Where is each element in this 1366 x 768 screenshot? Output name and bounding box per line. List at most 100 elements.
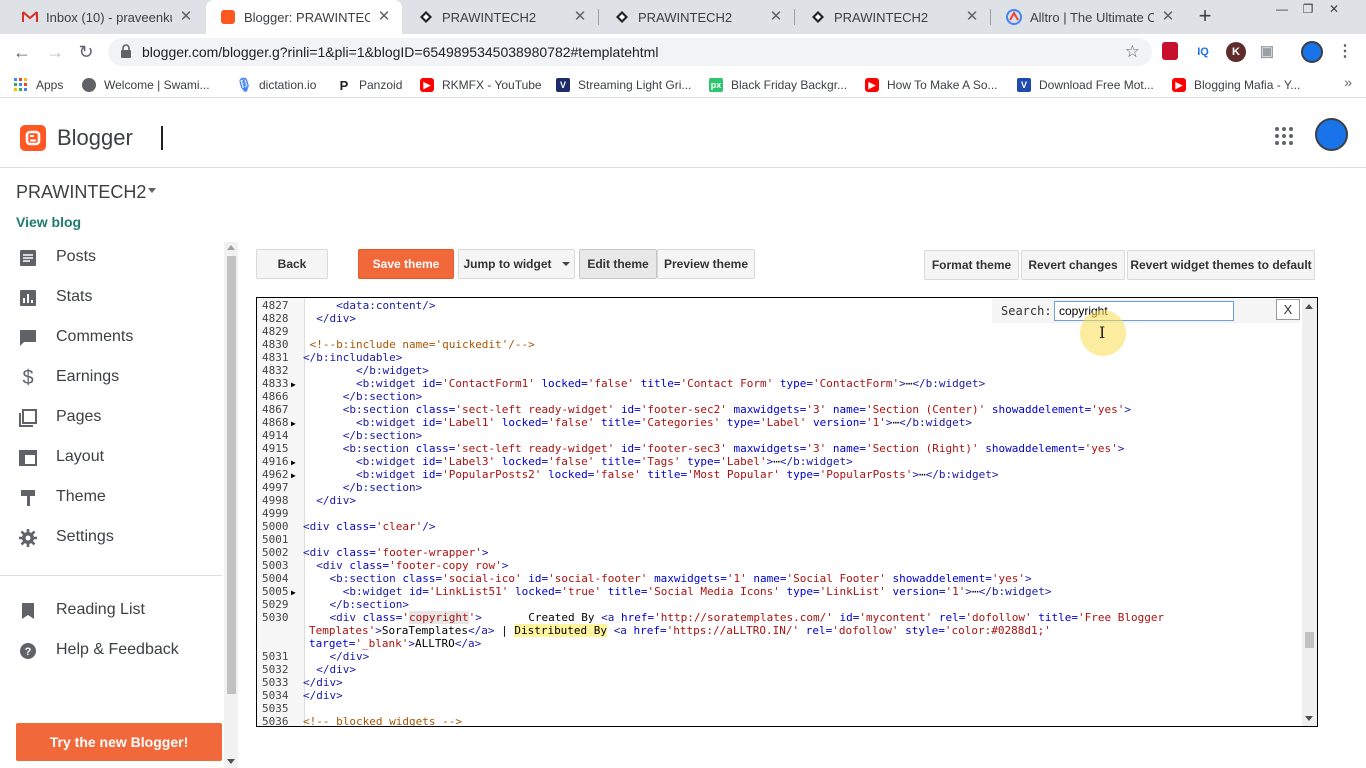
code-line[interactable]: 5005 ▶ <b:widget id='LinkList51' locked='… <box>257 585 1297 598</box>
revert-changes-button[interactable]: Revert changes <box>1021 250 1125 280</box>
code-line[interactable]: 4915 <b:section class='sect-left ready-w… <box>257 442 1297 455</box>
search-close-button[interactable]: X <box>1276 299 1300 320</box>
code-line[interactable]: 5033 </div> <box>257 676 1297 689</box>
code-line[interactable]: target='_blank'>ALLTRO</a> <box>257 637 1297 650</box>
revert-widget-themes-button[interactable]: Revert widget themes to default <box>1127 250 1315 280</box>
close-icon[interactable]: ✕ <box>1160 9 1176 25</box>
search-input[interactable] <box>1054 301 1234 321</box>
chevron-right-icon[interactable]: » <box>1344 74 1352 90</box>
code-line[interactable]: 5004 <b:section class='social-ico' id='s… <box>257 572 1297 585</box>
close-icon[interactable]: ✕ <box>572 9 588 25</box>
sidebar-item-posts[interactable]: Posts <box>0 238 222 278</box>
sidebar-item-stats[interactable]: Stats <box>0 278 222 318</box>
bookmark-streaming-light[interactable]: V Streaming Light Gri... <box>556 76 691 94</box>
bookmark-black-friday[interactable]: px Black Friday Backgr... <box>709 76 847 94</box>
code-line[interactable]: 5029 </b:section> <box>257 598 1297 611</box>
code-line[interactable]: 5035 <box>257 702 1297 715</box>
code-line[interactable]: 4999 <box>257 507 1297 520</box>
sidebar-item-layout[interactable]: Layout <box>0 438 222 478</box>
code-line[interactable]: 5032 </div> <box>257 663 1297 676</box>
editor-scrollbar[interactable] <box>1302 298 1317 726</box>
minimize-icon[interactable]: — <box>1272 2 1292 18</box>
blog-title-selector[interactable]: PRAWINTECH2 <box>16 182 146 203</box>
sidebar-item-theme[interactable]: Theme <box>0 478 222 518</box>
code-line[interactable]: 4867 <b:section class='sect-left ready-w… <box>257 403 1297 416</box>
code-line[interactable]: 5003 <div class='footer-copy row'> <box>257 559 1297 572</box>
code-line[interactable]: 4916 ▶ <b:widget id='Label3' locked='fals… <box>257 455 1297 468</box>
address-bar[interactable]: blogger.com/blogger.g?rinli=1&pli=1&blog… <box>108 38 1152 66</box>
code-editor[interactable]: 4827 <data:content/> 4828 </div> 4829 4830… <box>256 297 1318 727</box>
restore-icon[interactable]: ❐ <box>1298 2 1318 18</box>
scroll-up-arrow-icon[interactable] <box>1305 304 1313 309</box>
close-icon[interactable]: ✕ <box>768 9 784 25</box>
new-tab-button[interactable]: + <box>1193 5 1217 29</box>
bookmark-dictation[interactable]: 🎙 dictation.io <box>236 76 317 94</box>
code-line[interactable]: 4962 ▶ <b:widget id='PopularPosts2' locke… <box>257 468 1297 481</box>
code-line[interactable]: 5030 <div class='copyright'> Created By … <box>257 611 1297 624</box>
bookmark-blogging-mafia[interactable]: ▶ Blogging Mafia - Y... <box>1172 76 1300 94</box>
edit-theme-button[interactable]: Edit theme <box>579 249 657 279</box>
forward-arrow-icon[interactable]: → <box>43 40 67 64</box>
try-new-blogger-button[interactable]: Try the new Blogger! <box>16 723 222 761</box>
scrollbar-thumb[interactable] <box>1305 632 1314 648</box>
back-button[interactable]: Back <box>256 249 328 279</box>
scroll-up-arrow-icon[interactable] <box>227 245 235 250</box>
bookmark-welcome-swami[interactable]: Welcome | Swami... <box>82 76 210 94</box>
code-line[interactable]: 5002 <div class='footer-wrapper'> <box>257 546 1297 559</box>
code-line[interactable]: 4830 <!--b:include name='quickedit'/--> <box>257 338 1297 351</box>
tab-prawintech2-1[interactable]: PRAWINTECH2 ✕ <box>404 0 598 34</box>
bookmark-how-to-make[interactable]: ▶ How To Make A So... <box>865 76 998 94</box>
reload-icon[interactable]: ↻ <box>74 40 98 64</box>
k-extension-icon[interactable]: K <box>1226 42 1246 62</box>
save-theme-button[interactable]: Save theme <box>358 249 454 279</box>
sidebar-item-reading-list[interactable]: Reading List <box>0 591 222 631</box>
bookmark-rkmfx-youtube[interactable]: ▶ RKMFX - YouTube <box>420 76 542 94</box>
bookmark-apps[interactable]: Apps <box>14 76 63 94</box>
bookmark-download-free[interactable]: V Download Free Mot... <box>1017 76 1154 94</box>
scroll-down-arrow-icon[interactable] <box>227 759 235 764</box>
bookmark-star-icon[interactable]: ☆ <box>1125 42 1140 62</box>
camera-icon[interactable]: ▣ <box>1257 42 1277 62</box>
sidebar-item-help-feedback[interactable]: ? Help & Feedback <box>0 631 222 671</box>
code-line[interactable]: 5031 </div> <box>257 650 1297 663</box>
tab-gmail-inbox[interactable]: Inbox (10) - praveenkum ✕ <box>8 0 204 34</box>
format-theme-button[interactable]: Format theme <box>924 250 1019 280</box>
tab-prawintech2-3[interactable]: PRAWINTECH2 ✕ <box>796 0 990 34</box>
sidebar-item-pages[interactable]: Pages <box>0 398 222 438</box>
code-line[interactable]: 4833 ▶ <b:widget id='ContactForm1' locked… <box>257 377 1297 390</box>
google-apps-icon[interactable] <box>1275 127 1293 145</box>
sidebar-scrollbar[interactable] <box>224 242 238 768</box>
profile-avatar[interactable] <box>1301 41 1323 63</box>
more-menu-icon[interactable]: ⋮ <box>1335 42 1355 62</box>
scrollbar-thumb[interactable] <box>227 256 236 694</box>
code-line[interactable]: 4831 </b:includable> <box>257 351 1297 364</box>
code-line[interactable]: 4829 <box>257 325 1297 338</box>
code-line[interactable]: 4832 </b:widget> <box>257 364 1297 377</box>
account-avatar[interactable] <box>1315 118 1348 151</box>
code-line[interactable]: 5034 </div> <box>257 689 1297 702</box>
code-line[interactable]: 4866 </b:section> <box>257 390 1297 403</box>
sidebar-item-earnings[interactable]: $ Earnings <box>0 358 222 398</box>
view-blog-link[interactable]: View blog <box>16 214 81 230</box>
iq-icon[interactable]: IQ <box>1193 42 1213 62</box>
tab-alltro[interactable]: Alltro | The Ultimate Onl ✕ <box>992 0 1186 34</box>
close-icon[interactable]: ✕ <box>964 9 980 25</box>
code-line[interactable]: 5000 <div class='clear'/> <box>257 520 1297 533</box>
back-arrow-icon[interactable]: ← <box>10 40 34 64</box>
tab-prawintech2-2[interactable]: PRAWINTECH2 ✕ <box>600 0 794 34</box>
close-window-icon[interactable]: ✕ <box>1324 2 1344 18</box>
chevron-down-icon[interactable] <box>148 188 156 193</box>
code-line[interactable]: 4997 </b:section> <box>257 481 1297 494</box>
scroll-down-arrow-icon[interactable] <box>1305 716 1313 721</box>
jump-to-widget-dropdown[interactable]: Jump to widget <box>458 249 575 279</box>
tab-blogger[interactable]: Blogger: PRAWINTECH2 ✕ <box>206 0 402 34</box>
code-line[interactable]: 4868 ▶ <b:widget id='Label1' locked='fals… <box>257 416 1297 429</box>
close-icon[interactable]: ✕ <box>178 9 194 25</box>
code-line[interactable]: Templates'>SoraTemplates</a> | Distribut… <box>257 624 1297 637</box>
sidebar-item-comments[interactable]: Comments <box>0 318 222 358</box>
sidebar-item-settings[interactable]: Settings <box>0 518 222 558</box>
code-line[interactable]: 4998 </div> <box>257 494 1297 507</box>
bookmark-panzoid[interactable]: P Panzoid <box>337 76 403 94</box>
code-line[interactable]: 5001 <box>257 533 1297 546</box>
close-icon[interactable]: ✕ <box>376 9 392 25</box>
